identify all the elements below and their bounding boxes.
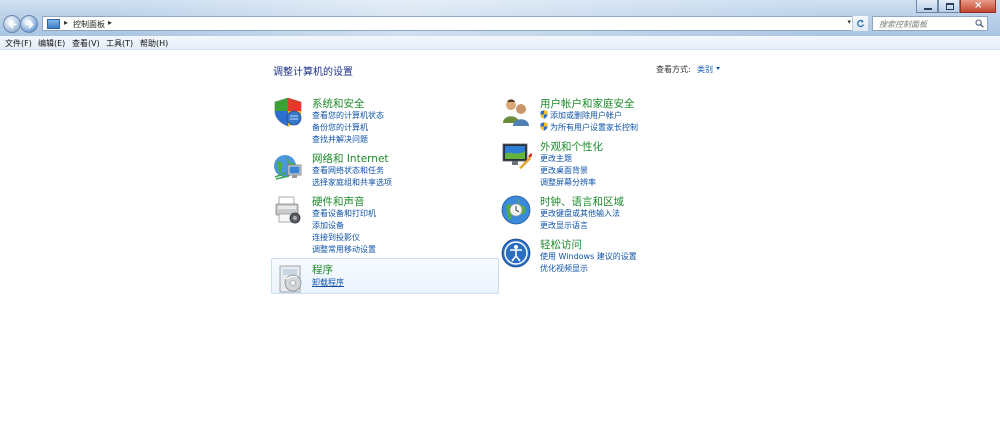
maximize-button[interactable] (938, 0, 960, 13)
appearance-icon[interactable] (500, 139, 532, 171)
menu-bar: 文件(F) 编辑(E) 查看(V) 工具(T) 帮助(H) (0, 36, 1000, 50)
refresh-button[interactable] (852, 16, 868, 31)
close-icon: × (974, 0, 983, 11)
link-homegroup-sharing[interactable]: 选择家庭组和共享选项 (312, 177, 392, 189)
search-icon[interactable] (975, 19, 984, 28)
link-uninstall-program[interactable]: 卸载程序 (312, 277, 344, 289)
back-button[interactable] (3, 15, 21, 33)
category-title[interactable]: 时钟、语言和区域 (540, 194, 624, 209)
link-mobility-settings[interactable]: 调整常用移动设置 (312, 244, 376, 256)
link-optimize-display[interactable]: 优化视频显示 (540, 263, 637, 275)
view-by-dropdown-arrow-icon[interactable] (716, 67, 720, 70)
system-security-icon[interactable] (272, 96, 304, 128)
link-text[interactable]: 为所有用户设置家长控制 (550, 123, 638, 132)
menu-tools[interactable]: 工具(T) (106, 38, 133, 49)
clock-language-region-icon[interactable] (500, 194, 532, 226)
category-title[interactable]: 轻松访问 (540, 237, 582, 252)
search-input[interactable]: 搜索控制面板 (872, 16, 988, 31)
link-change-input-method[interactable]: 更改键盘或其他输入法 (540, 208, 620, 220)
address-dropdown-icon[interactable]: ▾ (847, 18, 851, 26)
link-connect-projector[interactable]: 连接到投影仪 (312, 232, 376, 244)
refresh-icon (857, 19, 865, 28)
link-add-remove-accounts[interactable]: 添加或删除用户帐户 (540, 110, 638, 122)
category-title[interactable]: 硬件和声音 (312, 194, 365, 209)
forward-arrow-icon (25, 20, 34, 29)
breadcrumb-separator-icon[interactable]: ▸ (64, 18, 68, 27)
maximize-icon (946, 3, 954, 10)
uac-shield-icon (540, 110, 548, 119)
control-panel-icon (47, 19, 60, 29)
window-controls: × (916, 0, 996, 14)
category-title[interactable]: 外观和个性化 (540, 139, 603, 154)
menu-view[interactable]: 查看(V) (72, 38, 100, 49)
menu-edit[interactable]: 编辑(E) (38, 38, 65, 49)
link-view-network-status[interactable]: 查看网络状态和任务 (312, 165, 392, 177)
programs-icon[interactable] (275, 262, 307, 294)
breadcrumb-control-panel[interactable]: 控制面板 (73, 19, 105, 30)
link-add-device[interactable]: 添加设备 (312, 220, 376, 232)
link-change-background[interactable]: 更改桌面背景 (540, 165, 596, 177)
ease-of-access-icon[interactable] (500, 237, 532, 269)
link-view-computer-status[interactable]: 查看您的计算机状态 (312, 110, 384, 122)
category-title[interactable]: 系统和安全 (312, 96, 365, 111)
minimize-button[interactable] (916, 0, 938, 13)
network-icon[interactable] (272, 151, 304, 183)
category-title[interactable]: 程序 (312, 262, 333, 277)
window-titlebar: ▸ 控制面板 ▸ ▾ 搜索控制面板 × (0, 0, 1000, 36)
category-title[interactable]: 网络和 Internet (312, 151, 389, 166)
menu-help[interactable]: 帮助(H) (140, 38, 168, 49)
user-accounts-icon[interactable] (500, 96, 532, 128)
view-by-dropdown[interactable]: 类别 (697, 64, 713, 75)
link-backup-computer[interactable]: 备份您的计算机 (312, 122, 384, 134)
link-parental-controls[interactable]: 为所有用户设置家长控制 (540, 122, 638, 134)
close-button[interactable]: × (960, 0, 996, 13)
back-arrow-icon (8, 20, 17, 29)
link-change-theme[interactable]: 更改主题 (540, 153, 596, 165)
link-troubleshoot[interactable]: 查找并解决问题 (312, 134, 384, 146)
minimize-icon (924, 8, 932, 10)
menu-file[interactable]: 文件(F) (5, 38, 32, 49)
uac-shield-icon (540, 122, 548, 131)
link-adjust-resolution[interactable]: 调整屏幕分辨率 (540, 177, 596, 189)
breadcrumb-separator-icon[interactable]: ▸ (108, 18, 112, 27)
page-title: 调整计算机的设置 (273, 67, 353, 78)
link-change-display-language[interactable]: 更改显示语言 (540, 220, 620, 232)
hardware-sound-icon[interactable] (272, 194, 304, 226)
view-by-label: 查看方式: (656, 65, 691, 74)
address-bar[interactable]: ▸ 控制面板 ▸ ▾ (42, 16, 868, 31)
link-recommended-settings[interactable]: 使用 Windows 建议的设置 (540, 251, 637, 263)
link-text[interactable]: 添加或删除用户帐户 (550, 111, 622, 120)
forward-button[interactable] (20, 15, 38, 33)
link-devices-printers[interactable]: 查看设备和打印机 (312, 208, 376, 220)
search-placeholder: 搜索控制面板 (879, 20, 927, 29)
category-title[interactable]: 用户帐户和家庭安全 (540, 96, 635, 111)
